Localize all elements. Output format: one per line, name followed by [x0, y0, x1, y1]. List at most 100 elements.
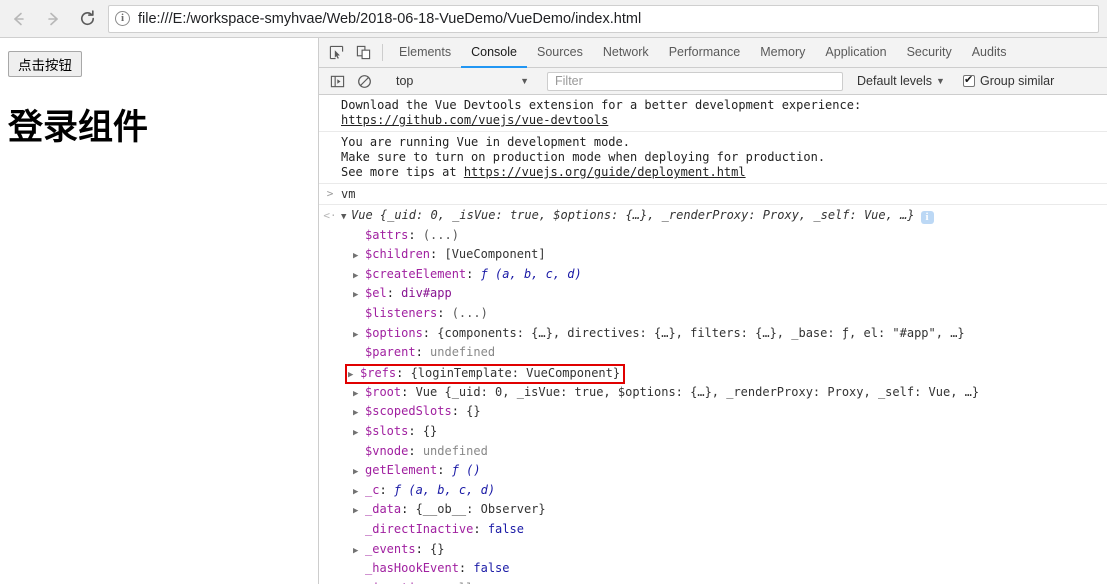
- highlighted-property: ▶ $refs: {loginTemplate: VueComponent}: [345, 363, 626, 384]
- property-name: getElement: [365, 463, 438, 478]
- console-input-text: vm: [341, 187, 356, 201]
- inspect-element-button[interactable]: [323, 38, 350, 67]
- triangle-right-icon[interactable]: ▶: [353, 425, 363, 443]
- deployment-link[interactable]: https://vuejs.org/guide/deployment.html: [464, 165, 746, 179]
- property-value: {}: [430, 541, 445, 556]
- property-value: false: [487, 521, 524, 536]
- devtools-tabbar: Elements Console Sources Network Perform…: [319, 38, 1107, 68]
- property-colon: :: [458, 561, 474, 576]
- object-property-row[interactable]: ▶ $refs: {loginTemplate: VueComponent}: [319, 363, 1107, 384]
- object-property-row[interactable]: ▶ $root: Vue {_uid: 0, _isVue: true, $opt…: [319, 384, 1107, 404]
- group-similar-toggle[interactable]: Group similar: [962, 73, 1054, 88]
- triangle-right-icon[interactable]: ▶: [353, 464, 363, 482]
- tab-security[interactable]: Security: [897, 38, 962, 68]
- property-name: $slots: [365, 423, 409, 438]
- arrow-right-icon: [48, 12, 58, 25]
- property-value: {components: {…}, directives: {…}, filte…: [437, 325, 965, 340]
- object-property-row[interactable]: ▶ $children: [VueComponent]: [319, 246, 1107, 266]
- property-name: $root: [365, 384, 402, 399]
- triangle-right-icon[interactable]: ▶: [353, 386, 363, 404]
- console-result-row: <· ▼ Vue {_uid: 0, _isVue: true, $options…: [319, 205, 1107, 584]
- info-circle-icon[interactable]: i: [115, 11, 130, 26]
- clear-console-button[interactable]: [351, 74, 378, 89]
- triangle-right-icon[interactable]: ▶: [353, 287, 363, 305]
- object-tree-header[interactable]: <· ▼ Vue {_uid: 0, _isVue: true, $options…: [319, 207, 1107, 227]
- tab-application[interactable]: Application: [815, 38, 896, 68]
- property-colon: :: [396, 365, 411, 380]
- object-tree-toggle[interactable]: ▼ Vue {_uid: 0, _isVue: true, $options: {…: [341, 207, 934, 227]
- log-levels-select[interactable]: Default levels ▼: [857, 74, 951, 88]
- tab-audits[interactable]: Audits: [962, 38, 1017, 68]
- no-triangle-spacer: ▶: [353, 445, 363, 463]
- object-property-row[interactable]: ▶ _c: ƒ (a, b, c, d): [319, 482, 1107, 502]
- object-property-row: ▶$vnode: undefined: [319, 443, 1107, 463]
- object-property-row[interactable]: ▶ $el: div#app: [319, 285, 1107, 305]
- back-button[interactable]: [4, 4, 34, 34]
- property-colon: :: [415, 541, 431, 556]
- property-colon: :: [437, 463, 452, 478]
- object-property-row[interactable]: ▶ _data: {__ob__: Observer}: [319, 501, 1107, 521]
- property-name: $options: [365, 325, 423, 340]
- chevron-down-icon-2: ▼: [936, 76, 945, 86]
- property-value: {}: [422, 423, 438, 438]
- property-colon: :: [401, 384, 416, 399]
- tab-network[interactable]: Network: [593, 38, 659, 68]
- triangle-right-icon[interactable]: ▶: [353, 405, 363, 423]
- triangle-right-icon[interactable]: ▶: [353, 268, 363, 286]
- triangle-right-icon[interactable]: ▶: [353, 543, 363, 561]
- device-toolbar-icon: [356, 45, 371, 60]
- info-badge-icon[interactable]: i: [920, 211, 934, 224]
- property-value: Vue {_uid: 0, _isVue: true, $options: {……: [415, 384, 980, 399]
- reload-button[interactable]: [72, 4, 102, 34]
- console-message-prefix: See more tips at: [341, 165, 464, 179]
- toolbar-separator: [382, 44, 383, 61]
- execution-context-select[interactable]: top ▼: [390, 72, 535, 91]
- tab-performance[interactable]: Performance: [659, 38, 751, 68]
- triangle-right-icon[interactable]: ▶: [353, 248, 363, 266]
- console-message-line: https://github.com/vuejs/vue-devtools: [319, 113, 1107, 128]
- object-property-list: ▶$attrs: (...)▶$children: [VueComponent]…: [319, 227, 1107, 584]
- click-button[interactable]: 点击按钮: [8, 51, 82, 77]
- property-name: $scopedSlots: [365, 404, 452, 419]
- object-property-row[interactable]: ▶ $scopedSlots: {}: [319, 403, 1107, 423]
- arrow-left-icon: [14, 12, 24, 25]
- object-property-row[interactable]: ▶ $slots: {}: [319, 423, 1107, 443]
- property-name: $children: [365, 247, 431, 262]
- object-property-row: ▶$attrs: (...): [319, 227, 1107, 247]
- console-output[interactable]: Download the Vue Devtools extension for …: [319, 95, 1107, 584]
- property-value: [VueComponent]: [444, 247, 546, 262]
- property-colon: :: [451, 404, 467, 419]
- triangle-down-icon[interactable]: ▼: [341, 209, 351, 227]
- group-similar-checkbox[interactable]: [962, 73, 975, 87]
- property-colon: :: [379, 482, 394, 497]
- object-property-row[interactable]: ▶ $createElement: ƒ (a, b, c, d): [319, 266, 1107, 286]
- triangle-right-icon[interactable]: ▶: [353, 503, 363, 521]
- object-property-row[interactable]: ▶ _events: {}: [319, 541, 1107, 561]
- no-triangle-spacer: ▶: [353, 307, 363, 325]
- device-toolbar-button[interactable]: [350, 38, 377, 67]
- url-bar[interactable]: i file:///E:/workspace-smyhvae/Web/2018-…: [108, 4, 1099, 33]
- property-value: undefined: [430, 345, 496, 360]
- tab-memory[interactable]: Memory: [750, 38, 815, 68]
- tab-elements[interactable]: Elements: [389, 38, 461, 68]
- property-name: $listeners: [365, 305, 438, 320]
- console-sidebar-button[interactable]: [324, 74, 351, 89]
- object-property-row[interactable]: ▶ getElement: ƒ (): [319, 462, 1107, 482]
- object-property-row: ▶$parent: undefined: [319, 344, 1107, 364]
- property-name: _events: [365, 541, 416, 556]
- devtools-link[interactable]: https://github.com/vuejs/vue-devtools: [341, 113, 608, 127]
- tab-console[interactable]: Console: [461, 38, 527, 68]
- property-colon: :: [415, 345, 431, 360]
- forward-button[interactable]: [38, 4, 68, 34]
- console-message: Download the Vue Devtools extension for …: [319, 95, 1107, 132]
- triangle-right-icon[interactable]: ▶: [348, 368, 358, 382]
- devtools-panel: Elements Console Sources Network Perform…: [318, 38, 1107, 584]
- triangle-right-icon[interactable]: ▶: [353, 484, 363, 502]
- filter-input[interactable]: Filter: [547, 71, 843, 91]
- triangle-right-icon[interactable]: ▶: [353, 327, 363, 345]
- no-triangle-spacer: ▶: [353, 562, 363, 580]
- property-name: _directInactive: [365, 521, 474, 536]
- tab-sources[interactable]: Sources: [527, 38, 593, 68]
- property-value: ƒ (a, b, c, d): [393, 482, 496, 497]
- object-property-row[interactable]: ▶ $options: {components: {…}, directives:…: [319, 325, 1107, 345]
